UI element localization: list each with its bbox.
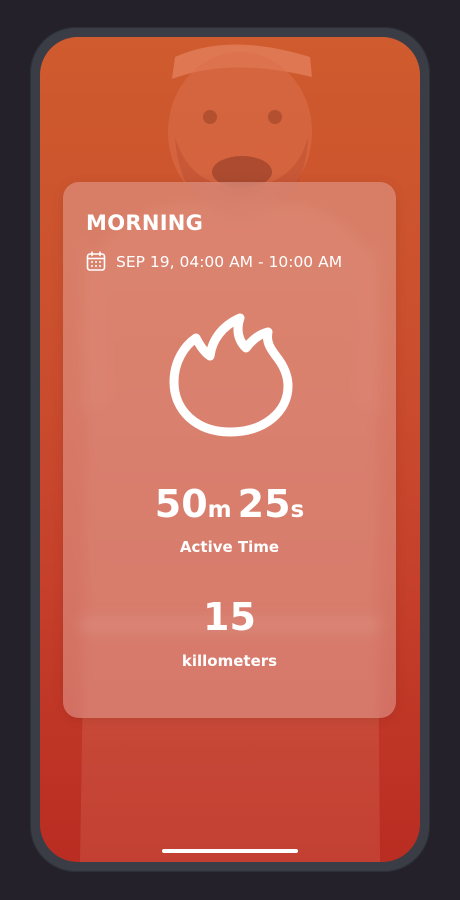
- minutes-unit: m: [207, 497, 232, 523]
- distance-label: killometers: [181, 652, 278, 670]
- distance-value: 15: [203, 595, 256, 639]
- workout-summary-card: MORNING SEP 19, 04:00 AM - 10:00 AM 50m …: [63, 182, 396, 718]
- minutes-value: 50: [154, 482, 208, 526]
- seconds-unit: s: [290, 497, 305, 523]
- date-row: SEP 19, 04:00 AM - 10:00 AM: [86, 251, 342, 272]
- screen: MORNING SEP 19, 04:00 AM - 10:00 AM 50m …: [40, 37, 420, 862]
- flame-icon: [169, 313, 293, 437]
- active-time-value: 50m 25s: [63, 482, 396, 526]
- home-indicator[interactable]: [162, 849, 298, 853]
- date-range: SEP 19, 04:00 AM - 10:00 AM: [116, 252, 343, 271]
- session-title: MORNING: [86, 211, 204, 235]
- active-time-label: Active Time: [179, 538, 280, 556]
- phone-frame: MORNING SEP 19, 04:00 AM - 10:00 AM 50m …: [30, 27, 430, 872]
- calendar-icon: [86, 251, 106, 272]
- seconds-value: 25: [237, 482, 291, 526]
